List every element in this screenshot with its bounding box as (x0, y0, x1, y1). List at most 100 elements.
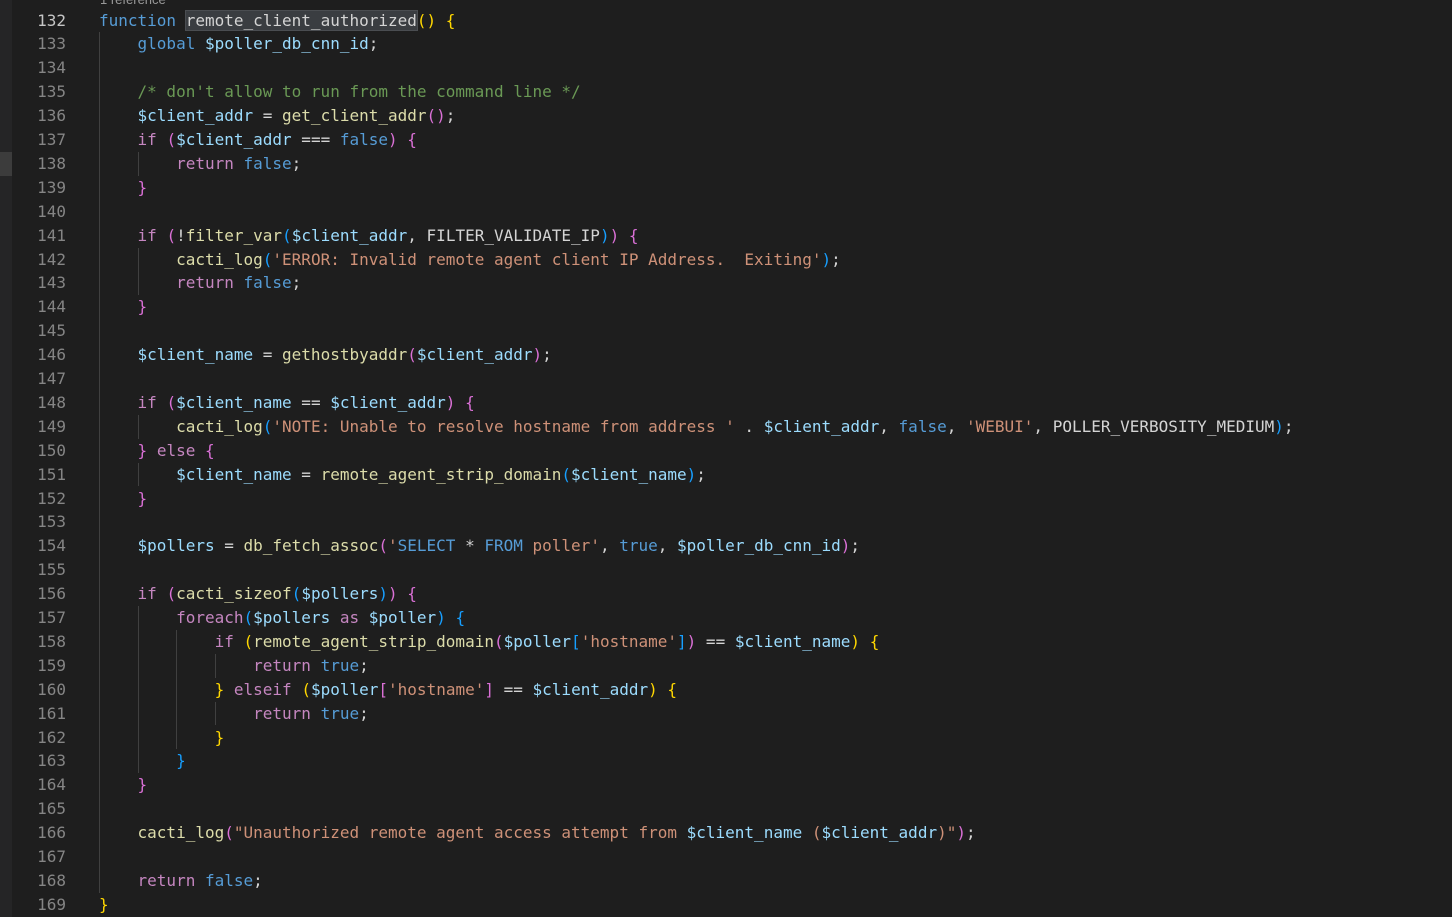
code-token: ; (696, 464, 706, 484)
code-token: $pollers (253, 608, 331, 627)
code-token: ; (1283, 416, 1294, 436)
code-token: } (137, 440, 148, 460)
code-token: $client_name (176, 464, 292, 484)
line-number: 153 (37, 512, 66, 532)
code-line[interactable]: 139 } (0, 176, 1452, 200)
code-line[interactable]: 143 return false; (0, 271, 1452, 295)
code-line[interactable]: 150 } else { (0, 439, 1452, 463)
line-code: cacti_log("Unauthorized remote agent acc… (99, 821, 976, 845)
line-number: 142 (37, 249, 66, 269)
code-line[interactable]: 141 if (!filter_var($client_addr, FILTER… (0, 224, 1452, 248)
code-token: true (619, 536, 658, 556)
code-token: } (99, 894, 109, 914)
code-line[interactable]: 149 cacti_log('NOTE: Unable to resolve h… (0, 415, 1452, 439)
code-token: remote_client_authorized (184, 9, 418, 31)
line-number: 169 (37, 894, 66, 914)
code-line[interactable]: 156 if (cacti_sizeof($pollers)) { (0, 582, 1452, 606)
code-line[interactable]: 159 return true; (0, 654, 1452, 678)
code-line[interactable]: 140 (0, 200, 1452, 224)
code-token: SELECT (397, 536, 456, 556)
code-token: ( (407, 345, 417, 365)
code-token: )" (937, 823, 957, 843)
code-token: ( (262, 416, 273, 436)
code-line[interactable]: 137 if ($client_addr === false) { (0, 128, 1452, 152)
line-code: return false; (99, 869, 263, 893)
code-token: ( (291, 584, 302, 604)
code-line[interactable]: 169} (0, 893, 1452, 917)
code-line[interactable]: 167 (0, 845, 1452, 869)
line-code: } (99, 749, 186, 773)
code-line[interactable]: 168 return false; (0, 869, 1452, 893)
code-editor[interactable]: 1 reference 132 function remote_client_au… (0, 0, 1452, 917)
code-line[interactable]: 158 if (remote_agent_strip_domain($polle… (0, 630, 1452, 654)
code-token: cacti_log (176, 416, 263, 436)
code-token: ) (599, 225, 610, 245)
line-number: 154 (37, 536, 66, 556)
code-token: cacti_sizeof (176, 584, 292, 604)
code-token: { (445, 10, 456, 30)
code-line[interactable]: 153 (0, 510, 1452, 534)
code-token: = (253, 106, 283, 126)
code-line[interactable]: 161 return true; (0, 702, 1452, 726)
code-line[interactable]: 136 $client_addr = get_client_addr(); (0, 104, 1452, 128)
code-line[interactable]: 163 } (0, 749, 1452, 773)
line-number: 133 (37, 34, 66, 54)
code-line[interactable]: 144 } (0, 295, 1452, 319)
code-token: ; (445, 106, 456, 126)
code-line[interactable]: 165 (0, 797, 1452, 821)
code-token: ; (291, 273, 302, 293)
code-token: return (137, 870, 196, 890)
line-number: 136 (37, 106, 66, 126)
code-line[interactable]: 132 function remote_client_authorized() { (0, 9, 1452, 33)
code-token: , (879, 416, 899, 436)
code-token: $client_name (137, 345, 254, 365)
line-code: function remote_client_authorized() { (99, 9, 455, 33)
line-number: 137 (37, 130, 66, 149)
code-token: false (243, 273, 292, 293)
code-line[interactable]: 147 (0, 367, 1452, 391)
code-line[interactable]: 162 } (0, 726, 1452, 750)
code-line[interactable]: 166 cacti_log("Unauthorized remote agent… (0, 821, 1452, 845)
code-token: ) (388, 130, 398, 149)
code-line[interactable]: 154 $pollers = db_fetch_assoc('SELECT * … (0, 534, 1452, 558)
code-line[interactable]: 138 return false; (0, 152, 1452, 176)
code-line[interactable]: 145 (0, 319, 1452, 343)
code-token: elseif (233, 679, 292, 699)
code-token: ( (262, 249, 273, 269)
code-line[interactable]: 151 $client_name = remote_agent_strip_do… (0, 463, 1452, 487)
line-number: 139 (37, 177, 66, 197)
code-line[interactable]: 164 } (0, 773, 1452, 797)
code-line[interactable]: 152 } (0, 487, 1452, 511)
code-token: { (407, 584, 417, 604)
line-code: if (cacti_sizeof($pollers)) { (99, 582, 417, 606)
code-token: 'hostname' (580, 631, 678, 651)
code-token: return (176, 153, 234, 173)
code-token: ; (368, 34, 379, 54)
code-line[interactable]: 135 /* don't allow to run from the comma… (0, 80, 1452, 104)
indent-guide (214, 653, 216, 678)
code-line[interactable]: 146 $client_name = gethostbyaddr($client… (0, 343, 1452, 367)
line-number: 140 (37, 201, 66, 221)
code-line[interactable]: 148 if ($client_name == $client_addr) { (0, 391, 1452, 415)
code-line[interactable]: 160 } elseif ($poller['hostname'] == $cl… (0, 678, 1452, 702)
code-token: ; (965, 823, 976, 843)
line-number: 149 (37, 416, 66, 436)
code-line[interactable]: 157 foreach($pollers as $poller) { (0, 606, 1452, 630)
code-line[interactable]: 155 (0, 558, 1452, 582)
code-line[interactable]: 142 cacti_log('ERROR: Invalid remote age… (0, 248, 1452, 272)
code-line[interactable]: 134 (0, 56, 1452, 80)
line-code: $client_name = remote_agent_strip_domain… (99, 463, 706, 487)
code-line[interactable]: 133 global $poller_db_cnn_id; (0, 32, 1452, 56)
code-token: 'ERROR: Invalid remote agent client IP A… (272, 249, 822, 269)
codelens-references[interactable]: 1 reference (100, 0, 166, 8)
